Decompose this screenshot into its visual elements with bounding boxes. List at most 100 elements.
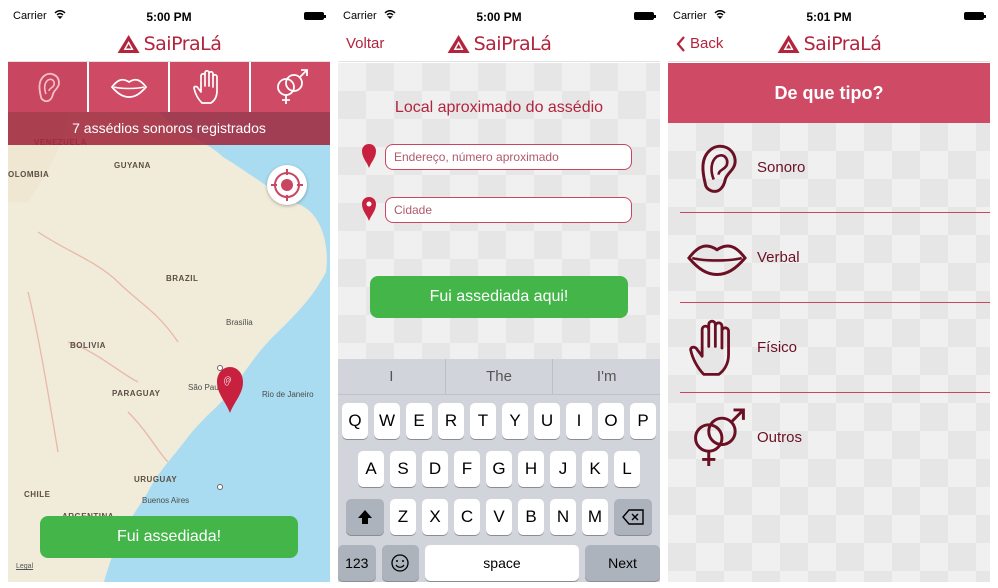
key-l[interactable]: L xyxy=(614,451,640,487)
suggestion-item[interactable]: I xyxy=(338,359,446,394)
navbar: Back SaiPraLá xyxy=(668,26,990,62)
option-fisico[interactable]: Físico xyxy=(680,303,990,393)
tab-lips[interactable] xyxy=(89,62,170,112)
crosshair-icon xyxy=(271,169,303,201)
map-label-brazil: BRAZIL xyxy=(166,274,199,283)
locate-me-button[interactable] xyxy=(267,165,307,205)
key-w[interactable]: W xyxy=(374,403,400,439)
numbers-key[interactable]: 123 xyxy=(338,545,376,581)
key-u[interactable]: U xyxy=(534,403,560,439)
suggestion-item[interactable]: The xyxy=(446,359,554,394)
key-e[interactable]: E xyxy=(406,403,432,439)
key-m[interactable]: M xyxy=(582,499,608,535)
option-label: Sonoro xyxy=(757,159,806,176)
key-n[interactable]: N xyxy=(550,499,576,535)
next-key[interactable]: Next xyxy=(584,545,660,581)
key-s[interactable]: S xyxy=(390,451,416,487)
hand-icon xyxy=(684,315,750,381)
hand-icon xyxy=(190,67,230,107)
key-y[interactable]: Y xyxy=(502,403,528,439)
key-k[interactable]: K xyxy=(582,451,608,487)
key-o[interactable]: O xyxy=(598,403,624,439)
report-harassment-button[interactable]: Fui assediada! xyxy=(40,516,298,558)
key-d[interactable]: D xyxy=(422,451,448,487)
shift-key[interactable] xyxy=(346,499,384,535)
battery-icon xyxy=(964,12,986,20)
logo-text: SaiPraLá xyxy=(473,33,552,55)
key-q[interactable]: Q xyxy=(342,403,368,439)
report-count-banner: 7 assédios sonoros registrados xyxy=(8,112,330,145)
option-label: Físico xyxy=(757,339,798,356)
city-input[interactable]: Cidade xyxy=(385,197,632,223)
option-label: Verbal xyxy=(757,249,800,266)
map-label-colombia: OLOMBIA xyxy=(8,170,50,179)
logo-text: SaiPraLá xyxy=(143,33,222,55)
report-here-button[interactable]: Fui assediada aqui! xyxy=(370,276,628,318)
option-outros[interactable]: Outros xyxy=(680,393,990,483)
back-button[interactable]: Voltar xyxy=(346,35,384,52)
key-v[interactable]: V xyxy=(486,499,512,535)
suggestion-bar: I The I'm xyxy=(338,359,660,395)
option-verbal[interactable]: Verbal xyxy=(680,213,990,303)
logo-mark-icon xyxy=(447,34,471,54)
key-r[interactable]: R xyxy=(438,403,464,439)
suggestion-item[interactable]: I'm xyxy=(553,359,660,394)
key-z[interactable]: Z xyxy=(390,499,416,535)
logo-text: SaiPraLá xyxy=(803,33,882,55)
backspace-icon xyxy=(622,509,644,525)
map-label-paraguay: PARAGUAY xyxy=(112,389,161,398)
key-row-2: ASDFGHJKL xyxy=(338,451,660,487)
key-x[interactable]: X xyxy=(422,499,448,535)
gender-icon xyxy=(684,405,750,471)
status-bar: Carrier 5:00 PM xyxy=(8,4,330,26)
emoji-icon xyxy=(391,554,409,572)
option-sonoro[interactable]: Sonoro xyxy=(680,123,990,213)
app-logo: SaiPraLá xyxy=(117,33,222,55)
logo-mark-icon xyxy=(117,34,141,54)
emoji-key[interactable] xyxy=(381,545,419,581)
keyboard: I The I'm QWERTYUIOP ASDFGHJKL ZXCVBNM 1… xyxy=(338,359,660,582)
city-placeholder: Cidade xyxy=(394,203,433,217)
app-logo: SaiPraLá xyxy=(777,33,882,55)
back-button[interactable]: Back xyxy=(676,35,723,52)
key-f[interactable]: F xyxy=(454,451,480,487)
key-j[interactable]: J xyxy=(550,451,576,487)
logo-mark-icon xyxy=(777,34,801,54)
screen-map: Carrier 5:00 PM SaiPraLá OLOMBIA GUYANA … xyxy=(8,4,330,582)
map-legal-link[interactable]: Legal xyxy=(16,563,33,570)
map-pin-ear-icon[interactable] xyxy=(216,366,244,414)
tab-ear[interactable] xyxy=(8,62,89,112)
map-label-uruguay: URUGUAY xyxy=(134,475,178,484)
form-title: Local aproximado do assédio xyxy=(394,99,604,116)
address-input[interactable]: Endereço, número aproximado xyxy=(385,144,632,170)
map-label-guyana: GUYANA xyxy=(114,161,151,170)
key-t[interactable]: T xyxy=(470,403,496,439)
lips-icon xyxy=(109,67,149,107)
map-label-chile: CHILE xyxy=(24,490,51,499)
option-label: Outros xyxy=(757,429,803,446)
key-i[interactable]: I xyxy=(566,403,592,439)
key-h[interactable]: H xyxy=(518,451,544,487)
lips-icon xyxy=(684,225,750,291)
tab-gender[interactable] xyxy=(251,62,330,112)
status-time: 5:00 PM xyxy=(476,10,522,24)
status-bar: Carrier 5:00 PM xyxy=(338,4,660,26)
map-pin-icon xyxy=(362,197,376,221)
tab-hand[interactable] xyxy=(170,62,251,112)
status-time: 5:01 PM xyxy=(806,10,852,24)
key-g[interactable]: G xyxy=(486,451,512,487)
map-label-rio: Rio de Janeiro xyxy=(262,390,314,399)
space-key[interactable]: space xyxy=(425,545,579,581)
letter-keys: ZXCVBNM xyxy=(390,499,608,535)
key-c[interactable]: C xyxy=(454,499,480,535)
status-time: 5:00 PM xyxy=(146,10,192,24)
gender-icon xyxy=(271,67,311,107)
key-row-3: ZXCVBNM xyxy=(338,499,660,535)
key-a[interactable]: A xyxy=(358,451,384,487)
key-p[interactable]: P xyxy=(630,403,656,439)
key-b[interactable]: B xyxy=(518,499,544,535)
delete-key[interactable] xyxy=(614,499,652,535)
screen-type-select: Carrier 5:01 PM Back SaiPraLá De que tip… xyxy=(668,4,990,582)
shift-icon xyxy=(358,510,372,524)
battery-icon xyxy=(634,12,656,20)
